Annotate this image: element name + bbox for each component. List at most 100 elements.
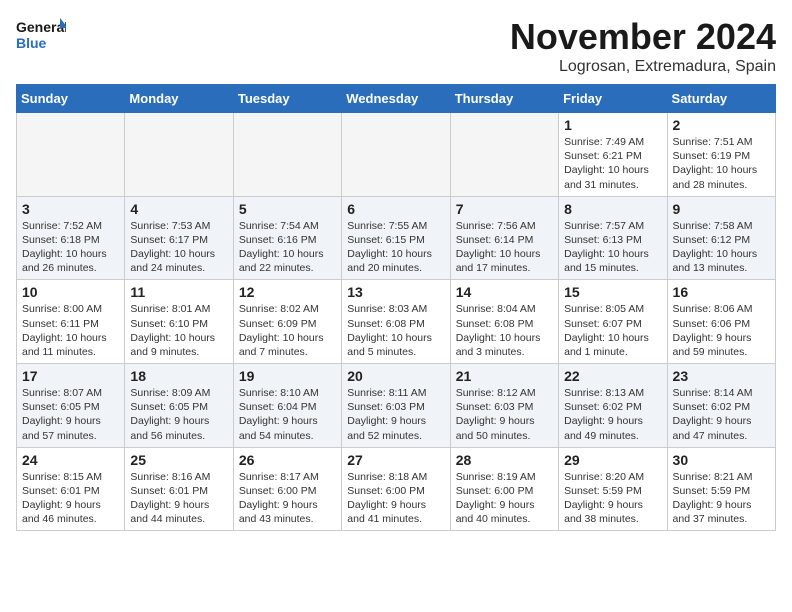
- day-info: Sunrise: 8:16 AM Sunset: 6:01 PM Dayligh…: [130, 470, 227, 527]
- day-info: Sunrise: 8:06 AM Sunset: 6:06 PM Dayligh…: [673, 302, 770, 359]
- day-info: Sunrise: 7:52 AM Sunset: 6:18 PM Dayligh…: [22, 219, 119, 276]
- day-info: Sunrise: 8:10 AM Sunset: 6:04 PM Dayligh…: [239, 386, 336, 443]
- calendar-day-cell: 11 Sunrise: 8:01 AM Sunset: 6:10 PM Dayli…: [125, 280, 233, 364]
- calendar-day-cell: [342, 113, 450, 197]
- day-info: Sunrise: 7:51 AM Sunset: 6:19 PM Dayligh…: [673, 135, 770, 192]
- day-number: 11: [130, 284, 227, 300]
- weekday-header: Wednesday: [342, 85, 450, 113]
- calendar-day-cell: 25 Sunrise: 8:16 AM Sunset: 6:01 PM Dayli…: [125, 447, 233, 531]
- day-number: 10: [22, 284, 119, 300]
- calendar-week-row: 3 Sunrise: 7:52 AM Sunset: 6:18 PM Daylig…: [17, 196, 776, 280]
- logo-svg: General Blue: [16, 16, 66, 54]
- day-number: 17: [22, 368, 119, 384]
- day-number: 30: [673, 452, 770, 468]
- day-info: Sunrise: 8:18 AM Sunset: 6:00 PM Dayligh…: [347, 470, 444, 527]
- day-number: 20: [347, 368, 444, 384]
- day-info: Sunrise: 7:49 AM Sunset: 6:21 PM Dayligh…: [564, 135, 661, 192]
- day-info: Sunrise: 8:00 AM Sunset: 6:11 PM Dayligh…: [22, 302, 119, 359]
- calendar-day-cell: 22 Sunrise: 8:13 AM Sunset: 6:02 PM Dayli…: [559, 364, 667, 448]
- svg-text:General: General: [16, 19, 66, 35]
- day-number: 3: [22, 201, 119, 217]
- month-title: November 2024: [510, 16, 776, 58]
- calendar-day-cell: 23 Sunrise: 8:14 AM Sunset: 6:02 PM Dayli…: [667, 364, 775, 448]
- calendar-day-cell: 20 Sunrise: 8:11 AM Sunset: 6:03 PM Dayli…: [342, 364, 450, 448]
- calendar-week-row: 1 Sunrise: 7:49 AM Sunset: 6:21 PM Daylig…: [17, 113, 776, 197]
- calendar-day-cell: 17 Sunrise: 8:07 AM Sunset: 6:05 PM Dayli…: [17, 364, 125, 448]
- svg-text:Blue: Blue: [16, 35, 47, 51]
- calendar-day-cell: 24 Sunrise: 8:15 AM Sunset: 6:01 PM Dayli…: [17, 447, 125, 531]
- day-number: 15: [564, 284, 661, 300]
- calendar-day-cell: 12Sunrise: 8:02 AM Sunset: 6:09 PM Dayli…: [233, 280, 341, 364]
- day-info: Sunrise: 8:01 AM Sunset: 6:10 PM Dayligh…: [130, 302, 227, 359]
- day-info: Sunrise: 7:54 AM Sunset: 6:16 PM Dayligh…: [239, 219, 336, 276]
- day-number: 9: [673, 201, 770, 217]
- day-info: Sunrise: 8:07 AM Sunset: 6:05 PM Dayligh…: [22, 386, 119, 443]
- day-number: 25: [130, 452, 227, 468]
- day-number: 29: [564, 452, 661, 468]
- calendar-week-row: 10 Sunrise: 8:00 AM Sunset: 6:11 PM Dayli…: [17, 280, 776, 364]
- day-number: 23: [673, 368, 770, 384]
- calendar-day-cell: 13Sunrise: 8:03 AM Sunset: 6:08 PM Dayli…: [342, 280, 450, 364]
- day-number: 8: [564, 201, 661, 217]
- location-title: Logrosan, Extremadura, Spain: [510, 58, 776, 76]
- day-info: Sunrise: 7:58 AM Sunset: 6:12 PM Dayligh…: [673, 219, 770, 276]
- calendar-day-cell: 1 Sunrise: 7:49 AM Sunset: 6:21 PM Daylig…: [559, 113, 667, 197]
- calendar-day-cell: 6 Sunrise: 7:55 AM Sunset: 6:15 PM Daylig…: [342, 196, 450, 280]
- calendar-day-cell: [450, 113, 558, 197]
- calendar-day-cell: 18Sunrise: 8:09 AM Sunset: 6:05 PM Dayli…: [125, 364, 233, 448]
- day-number: 2: [673, 117, 770, 133]
- day-info: Sunrise: 8:13 AM Sunset: 6:02 PM Dayligh…: [564, 386, 661, 443]
- calendar-day-cell: 8 Sunrise: 7:57 AM Sunset: 6:13 PM Daylig…: [559, 196, 667, 280]
- day-number: 7: [456, 201, 553, 217]
- calendar-day-cell: 14 Sunrise: 8:04 AM Sunset: 6:08 PM Dayli…: [450, 280, 558, 364]
- calendar-day-cell: 29 Sunrise: 8:20 AM Sunset: 5:59 PM Dayli…: [559, 447, 667, 531]
- day-number: 21: [456, 368, 553, 384]
- day-number: 26: [239, 452, 336, 468]
- day-info: Sunrise: 8:04 AM Sunset: 6:08 PM Dayligh…: [456, 302, 553, 359]
- day-info: Sunrise: 8:11 AM Sunset: 6:03 PM Dayligh…: [347, 386, 444, 443]
- calendar-day-cell: 28 Sunrise: 8:19 AM Sunset: 6:00 PM Dayli…: [450, 447, 558, 531]
- calendar-header-row: SundayMondayTuesdayWednesdayThursdayFrid…: [17, 85, 776, 113]
- calendar-day-cell: 10 Sunrise: 8:00 AM Sunset: 6:11 PM Dayli…: [17, 280, 125, 364]
- day-number: 1: [564, 117, 661, 133]
- day-number: 6: [347, 201, 444, 217]
- day-number: 19: [239, 368, 336, 384]
- calendar-day-cell: [125, 113, 233, 197]
- day-number: 28: [456, 452, 553, 468]
- calendar-table: SundayMondayTuesdayWednesdayThursdayFrid…: [16, 84, 776, 531]
- day-info: Sunrise: 8:14 AM Sunset: 6:02 PM Dayligh…: [673, 386, 770, 443]
- day-info: Sunrise: 8:12 AM Sunset: 6:03 PM Dayligh…: [456, 386, 553, 443]
- calendar-day-cell: 16Sunrise: 8:06 AM Sunset: 6:06 PM Dayli…: [667, 280, 775, 364]
- day-info: Sunrise: 8:19 AM Sunset: 6:00 PM Dayligh…: [456, 470, 553, 527]
- calendar-week-row: 17 Sunrise: 8:07 AM Sunset: 6:05 PM Dayli…: [17, 364, 776, 448]
- calendar-day-cell: 27Sunrise: 8:18 AM Sunset: 6:00 PM Dayli…: [342, 447, 450, 531]
- day-info: Sunrise: 8:05 AM Sunset: 6:07 PM Dayligh…: [564, 302, 661, 359]
- weekday-header: Tuesday: [233, 85, 341, 113]
- day-number: 22: [564, 368, 661, 384]
- calendar-day-cell: 19 Sunrise: 8:10 AM Sunset: 6:04 PM Dayli…: [233, 364, 341, 448]
- day-number: 4: [130, 201, 227, 217]
- title-area: November 2024 Logrosan, Extremadura, Spa…: [510, 16, 776, 76]
- day-info: Sunrise: 7:53 AM Sunset: 6:17 PM Dayligh…: [130, 219, 227, 276]
- calendar-day-cell: 5Sunrise: 7:54 AM Sunset: 6:16 PM Daylig…: [233, 196, 341, 280]
- weekday-header: Friday: [559, 85, 667, 113]
- day-number: 14: [456, 284, 553, 300]
- day-number: 18: [130, 368, 227, 384]
- calendar-day-cell: 2 Sunrise: 7:51 AM Sunset: 6:19 PM Daylig…: [667, 113, 775, 197]
- day-number: 12: [239, 284, 336, 300]
- weekday-header: Saturday: [667, 85, 775, 113]
- calendar-day-cell: 4 Sunrise: 7:53 AM Sunset: 6:17 PM Daylig…: [125, 196, 233, 280]
- calendar-day-cell: 21 Sunrise: 8:12 AM Sunset: 6:03 PM Dayli…: [450, 364, 558, 448]
- day-info: Sunrise: 7:55 AM Sunset: 6:15 PM Dayligh…: [347, 219, 444, 276]
- calendar-day-cell: 9 Sunrise: 7:58 AM Sunset: 6:12 PM Daylig…: [667, 196, 775, 280]
- day-info: Sunrise: 8:21 AM Sunset: 5:59 PM Dayligh…: [673, 470, 770, 527]
- calendar-day-cell: 26Sunrise: 8:17 AM Sunset: 6:00 PM Dayli…: [233, 447, 341, 531]
- day-number: 13: [347, 284, 444, 300]
- day-info: Sunrise: 7:56 AM Sunset: 6:14 PM Dayligh…: [456, 219, 553, 276]
- day-info: Sunrise: 8:20 AM Sunset: 5:59 PM Dayligh…: [564, 470, 661, 527]
- day-info: Sunrise: 7:57 AM Sunset: 6:13 PM Dayligh…: [564, 219, 661, 276]
- page-header: General Blue November 2024 Logrosan, Ext…: [16, 16, 776, 76]
- day-number: 24: [22, 452, 119, 468]
- day-info: Sunrise: 8:15 AM Sunset: 6:01 PM Dayligh…: [22, 470, 119, 527]
- calendar-day-cell: 7 Sunrise: 7:56 AM Sunset: 6:14 PM Daylig…: [450, 196, 558, 280]
